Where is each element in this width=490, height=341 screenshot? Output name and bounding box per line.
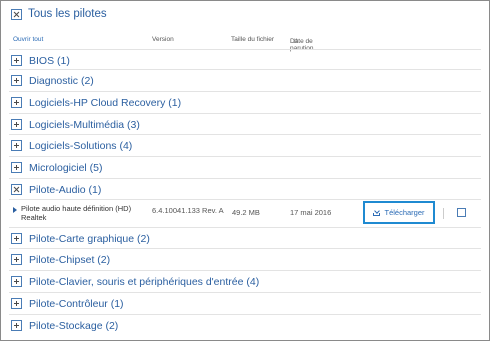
category-label: Logiciels-Solutions (4): [29, 139, 133, 152]
divider: [443, 208, 444, 219]
category-graphics[interactable]: Pilote-Carte graphique (2): [9, 227, 481, 249]
category-label: Pilote-Audio (1): [29, 183, 102, 196]
category-label: Logiciels-Multimédia (3): [29, 118, 140, 131]
category-label: Pilote-Contrôleur (1): [29, 297, 124, 310]
expand-triangle-icon[interactable]: [13, 207, 17, 213]
sort-icon[interactable]: ⇵: [293, 38, 298, 45]
category-controller[interactable]: Pilote-Contrôleur (1): [9, 292, 481, 314]
category-label: Micrologiciel (5): [29, 161, 103, 174]
category-storage[interactable]: Pilote-Stockage (2): [9, 314, 481, 336]
expand-icon[interactable]: [11, 254, 22, 265]
driver-name[interactable]: Pilote audio haute définition (HD) Realt…: [21, 204, 151, 222]
category-label: Pilote-Clavier, souris et périphériques …: [29, 275, 260, 288]
category-label: Pilote-Chipset (2): [29, 253, 111, 266]
column-size: Taille du fichier: [231, 36, 274, 43]
select-checkbox[interactable]: [457, 208, 466, 217]
drivers-panel: Tous les pilotes Ouvrir tout Version Tai…: [0, 0, 490, 341]
driver-row: Pilote audio haute définition (HD) Realt…: [9, 199, 481, 228]
driver-version: 6.4.10041.133 Rev. A: [152, 206, 224, 215]
category-input-devices[interactable]: Pilote-Clavier, souris et périphériques …: [9, 270, 481, 292]
table-header: Ouvrir tout Version Taille du fichier Da…: [11, 34, 481, 52]
expand-icon[interactable]: [11, 162, 22, 173]
expand-icon[interactable]: [11, 276, 22, 287]
category-diagnostic[interactable]: Diagnostic (2): [9, 69, 481, 91]
category-label: Logiciels-HP Cloud Recovery (1): [29, 96, 182, 109]
expand-icon[interactable]: [11, 298, 22, 309]
category-label: Pilote-Stockage (2): [29, 319, 119, 332]
category-firmware[interactable]: Micrologiciel (5): [9, 156, 481, 178]
collapse-icon[interactable]: [11, 8, 22, 20]
category-bios[interactable]: BIOS (1): [9, 49, 481, 71]
category-audio[interactable]: Pilote-Audio (1): [9, 178, 481, 200]
column-version: Version: [152, 36, 174, 43]
category-label: BIOS (1): [29, 54, 70, 67]
expand-icon[interactable]: [11, 140, 22, 151]
category-label: Pilote-Carte graphique (2): [29, 232, 150, 245]
category-solutions[interactable]: Logiciels-Solutions (4): [9, 134, 481, 156]
collapse-all-row[interactable]: Tous les pilotes: [11, 7, 107, 21]
category-chipset[interactable]: Pilote-Chipset (2): [9, 248, 481, 270]
driver-size: 49.2 MB: [232, 208, 260, 217]
expand-icon[interactable]: [11, 233, 22, 244]
expand-icon[interactable]: [11, 97, 22, 108]
category-cloud-recovery[interactable]: Logiciels-HP Cloud Recovery (1): [9, 91, 481, 113]
panel-title: Tous les pilotes: [28, 8, 107, 20]
download-button[interactable]: Télécharger: [363, 201, 435, 224]
download-label: Télécharger: [384, 208, 425, 217]
expand-icon[interactable]: [11, 119, 22, 130]
download-icon: [373, 209, 381, 216]
expand-icon[interactable]: [11, 55, 22, 66]
category-multimedia[interactable]: Logiciels-Multimédia (3): [9, 113, 481, 135]
expand-icon[interactable]: [11, 75, 22, 86]
category-label: Diagnostic (2): [29, 74, 94, 87]
open-all-link[interactable]: Ouvrir tout: [13, 36, 43, 43]
collapse-icon[interactable]: [11, 184, 22, 195]
expand-icon[interactable]: [11, 320, 22, 331]
driver-date: 17 mai 2016: [290, 208, 332, 217]
